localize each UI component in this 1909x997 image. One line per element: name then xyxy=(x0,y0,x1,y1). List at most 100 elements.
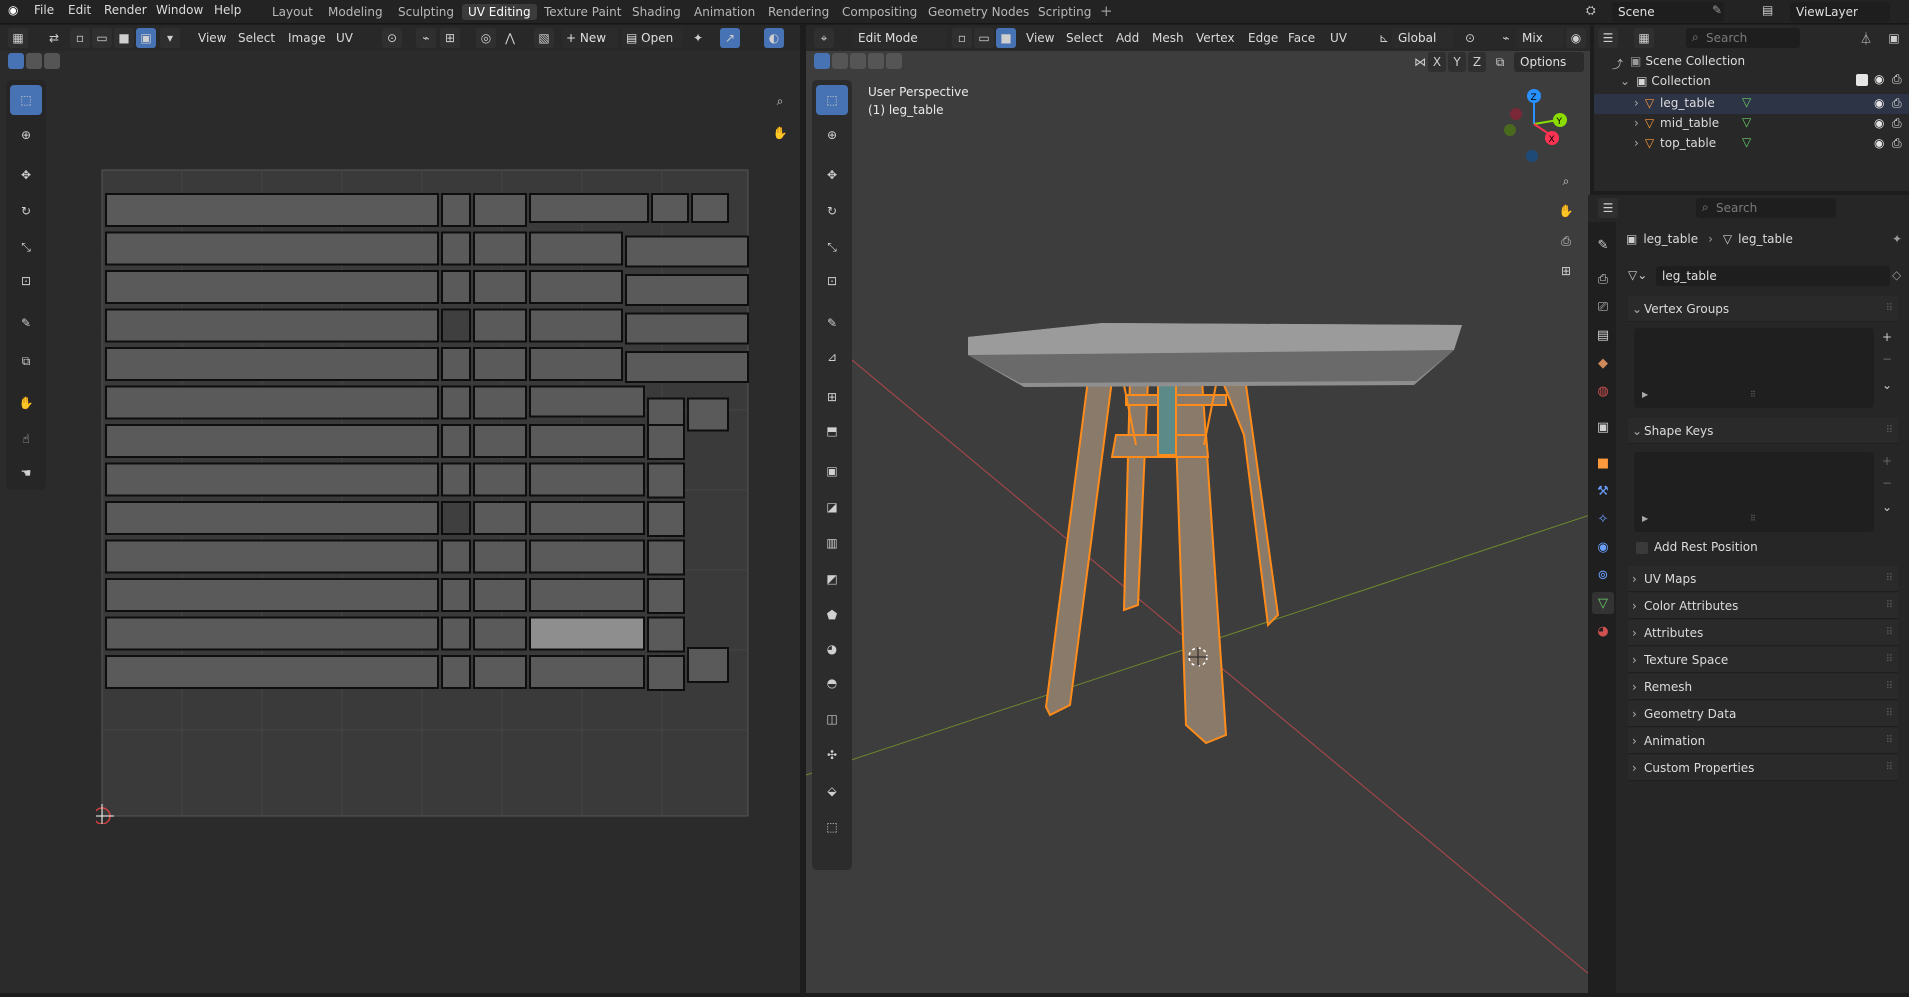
island-select-icon[interactable]: ▣ xyxy=(136,28,156,48)
mid-table-expand-icon[interactable]: › xyxy=(1634,116,1639,130)
uv-island[interactable] xyxy=(105,462,439,497)
edge-mode-icon[interactable]: ▭ xyxy=(974,28,994,48)
pin-icon[interactable]: ✎ xyxy=(1712,3,1722,17)
panel-grip-icon[interactable]: ⠿ xyxy=(1886,755,1894,781)
poly-build-tool-icon[interactable]: ⬟ xyxy=(816,600,848,630)
tab-geometry-nodes[interactable]: Geometry Nodes xyxy=(922,4,1035,20)
shape-keys-list[interactable]: ▶ ⠿ xyxy=(1634,452,1874,532)
uv-overlay-icon[interactable]: ◐ xyxy=(764,28,784,48)
uv-pan-icon[interactable]: ✋ xyxy=(764,118,796,148)
uv-zoom-icon[interactable]: ⌕ xyxy=(764,86,796,116)
uv-rip-icon[interactable]: ⧉ xyxy=(10,346,42,376)
viewport-select-invert-icon[interactable] xyxy=(868,53,884,69)
panel-grip-icon[interactable]: ⠿ xyxy=(1886,620,1894,646)
uv-island[interactable] xyxy=(441,270,471,304)
render-tab-icon[interactable]: ⎙ xyxy=(1592,268,1614,290)
mirror-icon[interactable]: ⋈ xyxy=(1410,52,1430,72)
uv-island[interactable] xyxy=(529,424,645,458)
outliner-display-mode-icon[interactable]: ▦ xyxy=(1634,28,1654,48)
uv-island[interactable] xyxy=(625,235,749,268)
uv-island[interactable] xyxy=(473,539,527,574)
uv-island[interactable] xyxy=(105,539,439,574)
open-image-button[interactable]: ▤ Open xyxy=(622,28,682,48)
viewport-editor-type-icon[interactable]: ⌖ xyxy=(814,28,834,48)
geometry-data-panel-header[interactable]: › Geometry Data ⠿ xyxy=(1628,701,1898,727)
inset-tool-icon[interactable]: ▣ xyxy=(816,456,848,486)
uv-island[interactable] xyxy=(441,539,471,574)
shrink-fatten-tool-icon[interactable]: ✣ xyxy=(816,740,848,770)
mesh-data-tab-icon[interactable]: ▽ xyxy=(1592,592,1614,614)
uv-select-box-icon[interactable]: ⬚ xyxy=(10,85,42,115)
tab-modeling[interactable]: Modeling xyxy=(322,4,389,20)
panel-grip-icon[interactable]: ⠿ xyxy=(1886,701,1894,727)
uv-island[interactable] xyxy=(647,578,685,614)
uv-island[interactable] xyxy=(529,308,623,343)
leg-table-visibility-icon[interactable]: ◉ xyxy=(1874,96,1884,110)
loop-cut-tool-icon[interactable]: ▥ xyxy=(816,528,848,558)
uv-island[interactable] xyxy=(687,397,729,432)
scene-icon[interactable]: ⛭ xyxy=(1586,3,1596,18)
shape-keys-panel-header[interactable]: ⌄ Shape Keys ⠿ xyxy=(1628,418,1898,444)
uv-grab-icon[interactable]: ✋ xyxy=(10,388,42,418)
proportional-edit-icon[interactable]: ◎ xyxy=(476,28,496,48)
uv-island[interactable] xyxy=(105,308,439,343)
extrude-tool-icon[interactable]: ⬒ xyxy=(816,416,848,446)
output-tab-icon[interactable]: ⎚ xyxy=(1592,296,1614,318)
uv-snap-icon[interactable]: ⌁ xyxy=(416,28,436,48)
custom-properties-panel-header[interactable]: › Custom Properties ⠿ xyxy=(1628,755,1898,781)
top-table-row[interactable]: › ▽ top_table xyxy=(1634,136,1716,150)
uv-island[interactable] xyxy=(441,347,471,381)
view-layer-tab-icon[interactable]: ▤ xyxy=(1592,324,1614,346)
list-resize-icon[interactable]: ⠿ xyxy=(1750,390,1756,399)
uv-island[interactable] xyxy=(625,351,749,383)
attributes-panel-header[interactable]: › Attributes ⠿ xyxy=(1628,620,1898,646)
shear-tool-icon[interactable]: ⬙ xyxy=(816,776,848,806)
shape-key-specials-icon[interactable]: ⌄ xyxy=(1882,500,1892,514)
uv-menu-view[interactable]: View xyxy=(198,31,226,45)
face-select-icon[interactable]: ■ xyxy=(114,28,134,48)
tab-uv-editing[interactable]: UV Editing xyxy=(462,4,537,20)
uv-island[interactable] xyxy=(529,501,645,535)
collection-tab-icon[interactable]: ▣ xyxy=(1592,416,1614,438)
collection-expand-icon[interactable]: ⌄ xyxy=(1620,74,1630,88)
mirror-y-toggle[interactable]: Y xyxy=(1448,52,1466,72)
uv-island[interactable] xyxy=(473,462,527,497)
uv-island[interactable] xyxy=(105,578,439,612)
mesh-browse-icon[interactable]: ▽⌄ xyxy=(1628,268,1647,282)
uv-island[interactable] xyxy=(473,347,527,381)
top-table-render-icon[interactable]: ⎙ xyxy=(1892,136,1902,151)
uv-island[interactable] xyxy=(529,616,645,651)
viewport-menu-vertex[interactable]: Vertex xyxy=(1196,31,1235,45)
uv-island[interactable] xyxy=(441,193,471,227)
uv-island[interactable] xyxy=(105,501,439,535)
smooth-tool-icon[interactable]: ◓ xyxy=(816,668,848,698)
mode-selector[interactable]: Edit Mode xyxy=(852,28,946,48)
top-table-visibility-icon[interactable]: ◉ xyxy=(1874,136,1884,150)
add-shape-key-icon[interactable]: + xyxy=(1882,454,1892,468)
uv-island[interactable] xyxy=(529,655,645,689)
uv-island[interactable] xyxy=(473,193,527,227)
panel-grip-icon[interactable]: ⠿ xyxy=(1886,593,1894,619)
uv-menu-select[interactable]: Select xyxy=(238,31,275,45)
snap-target-icon[interactable]: ⊞ xyxy=(440,28,460,48)
tab-layout[interactable]: Layout xyxy=(266,4,319,20)
uv-island[interactable] xyxy=(647,424,685,460)
uv-island[interactable] xyxy=(647,616,685,653)
edge-select-icon[interactable]: ▭ xyxy=(92,28,112,48)
uv-island[interactable] xyxy=(105,424,439,458)
material-tab-icon[interactable]: ◕ xyxy=(1592,620,1614,642)
uv-island[interactable] xyxy=(647,501,685,537)
scene-collection-row[interactable]: ▣ Scene Collection xyxy=(1614,54,1745,68)
uv-island[interactable] xyxy=(529,270,623,304)
viewport-zoom-icon[interactable]: ⌕ xyxy=(1550,166,1582,196)
uv-island[interactable] xyxy=(529,578,645,612)
proportional-icon[interactable]: ◉ xyxy=(1566,28,1586,48)
uv-island[interactable] xyxy=(441,231,471,266)
ortho-toggle-icon[interactable]: ⊞ xyxy=(1550,256,1582,286)
uv-island[interactable] xyxy=(105,655,439,689)
uv-island[interactable] xyxy=(651,193,689,223)
vertex-group-specials-icon[interactable]: ⌄ xyxy=(1882,378,1892,392)
mid-table-mesh-data-icon[interactable]: ▽ xyxy=(1742,115,1751,129)
vertex-groups-list[interactable]: ▶ ⠿ xyxy=(1634,328,1874,408)
uv-island[interactable] xyxy=(441,424,471,458)
